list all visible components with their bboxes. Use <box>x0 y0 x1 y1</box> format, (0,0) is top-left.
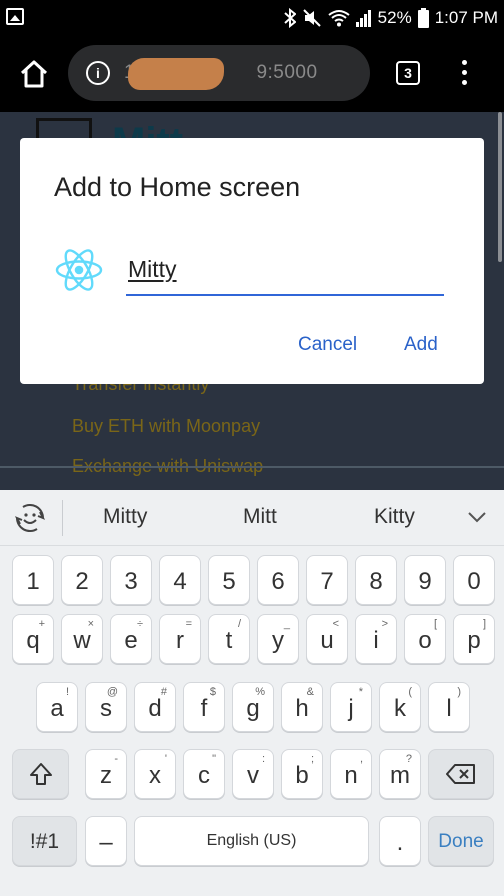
key-p[interactable]: ] p <box>453 614 495 664</box>
app-name-input[interactable]: Mitty <box>126 246 444 296</box>
signal-icon <box>355 10 371 27</box>
key-c[interactable]: " c <box>183 749 225 799</box>
key-9[interactable]: 9 <box>404 555 446 605</box>
key-i[interactable]: > i <box>355 614 397 664</box>
space-key[interactable]: English (US) <box>134 816 369 866</box>
key-3[interactable]: 3 <box>110 555 152 605</box>
key-5[interactable]: 5 <box>208 555 250 605</box>
dash-key[interactable]: – <box>85 816 127 866</box>
shift-key[interactable] <box>12 749 69 799</box>
keyboard-suggestion-bar: Mitty Mitt Kitty <box>0 490 504 546</box>
symbols-key[interactable]: !#1 <box>12 816 77 866</box>
status-icons: 52% 1:07 PM <box>283 6 498 30</box>
more-menu-icon[interactable] <box>456 60 472 88</box>
home-button[interactable] <box>16 56 52 92</box>
chevron-down-icon[interactable] <box>466 506 488 528</box>
dialog-title: Add to Home screen <box>54 172 301 202</box>
emoji-icon[interactable] <box>14 502 46 534</box>
address-bar[interactable]: i 1 9:5000 <box>68 45 370 101</box>
period-key[interactable]: . <box>379 816 421 866</box>
key-4[interactable]: 4 <box>159 555 201 605</box>
key-z[interactable]: -z <box>85 749 127 799</box>
key-l[interactable]: ) l <box>428 682 470 732</box>
url-suffix: 9:5000 <box>256 62 318 83</box>
key-d[interactable]: # d <box>134 682 176 732</box>
backspace-key[interactable] <box>428 749 494 799</box>
home-icon <box>20 60 48 88</box>
wifi-icon <box>328 10 350 27</box>
info-icon[interactable]: i <box>86 61 110 85</box>
keyboard: 1 2 3 4 5 6 7 8 9 0 + q × w ÷ e = r / t _ y < u… <box>0 546 504 896</box>
key-n[interactable]: ,n <box>330 749 372 799</box>
key-h[interactable]: & h <box>281 682 323 732</box>
key-e[interactable]: ÷ e <box>110 614 152 664</box>
tab-switcher-button[interactable]: 3 <box>396 61 420 85</box>
key-u[interactable]: < u <box>306 614 348 664</box>
add-to-home-dialog: Add to Home screen Mitty Cancel Add <box>20 138 484 384</box>
status-bar: 52% 1:07 PM <box>0 0 504 36</box>
key-k[interactable]: (k <box>379 682 421 732</box>
mute-icon <box>302 9 321 27</box>
key-y[interactable]: _ y <box>257 614 299 664</box>
page-logo-mark <box>36 118 92 140</box>
page-scrollbar <box>498 112 502 262</box>
key-q[interactable]: + q <box>12 614 54 664</box>
key-r[interactable]: = r <box>159 614 201 664</box>
key-0[interactable]: 0 <box>453 555 495 605</box>
key-x[interactable]: ' x <box>134 749 176 799</box>
battery-icon <box>417 8 429 28</box>
suggestion-1[interactable]: Mitty <box>103 505 147 529</box>
suggestion-separator <box>62 500 63 536</box>
battery-percent: 52% <box>377 8 412 27</box>
cancel-button[interactable]: Cancel <box>298 334 357 356</box>
app-name-value: Mitty <box>128 256 177 282</box>
page-link-moonpay: Buy ETH with Moonpay <box>72 416 261 436</box>
key-s[interactable]: @ s <box>85 682 127 732</box>
key-b[interactable]: ; b <box>281 749 323 799</box>
key-6[interactable]: 6 <box>257 555 299 605</box>
key-t[interactable]: / t <box>208 614 250 664</box>
backspace-icon <box>446 764 475 784</box>
browser-toolbar: i 1 9:5000 3 <box>0 36 504 112</box>
done-key[interactable]: Done <box>428 816 494 866</box>
key-v[interactable]: :v <box>232 749 274 799</box>
redaction-blot <box>128 58 224 90</box>
key-g[interactable]: % g <box>232 682 274 732</box>
add-button[interactable]: Add <box>404 334 438 356</box>
key-f[interactable]: $ f <box>183 682 225 732</box>
key-7[interactable]: 7 <box>306 555 348 605</box>
key-o[interactable]: [o <box>404 614 446 664</box>
key-8[interactable]: 8 <box>355 555 397 605</box>
clock: 1:07 PM <box>434 8 498 27</box>
key-j[interactable]: * j <box>330 682 372 732</box>
key-2[interactable]: 2 <box>61 555 103 605</box>
suggestion-2[interactable]: Mitt <box>243 505 277 529</box>
key-1[interactable]: 1 <box>12 555 54 605</box>
suggestion-3[interactable]: Kitty <box>374 505 415 529</box>
key-w[interactable]: × w <box>61 614 103 664</box>
shift-icon <box>29 763 52 785</box>
bluetooth-icon <box>283 8 296 28</box>
key-m[interactable]: ? m <box>379 749 421 799</box>
key-a[interactable]: ! a <box>36 682 78 732</box>
divider <box>0 466 504 468</box>
gallery-notification-icon <box>6 8 24 25</box>
react-app-icon <box>55 249 103 291</box>
